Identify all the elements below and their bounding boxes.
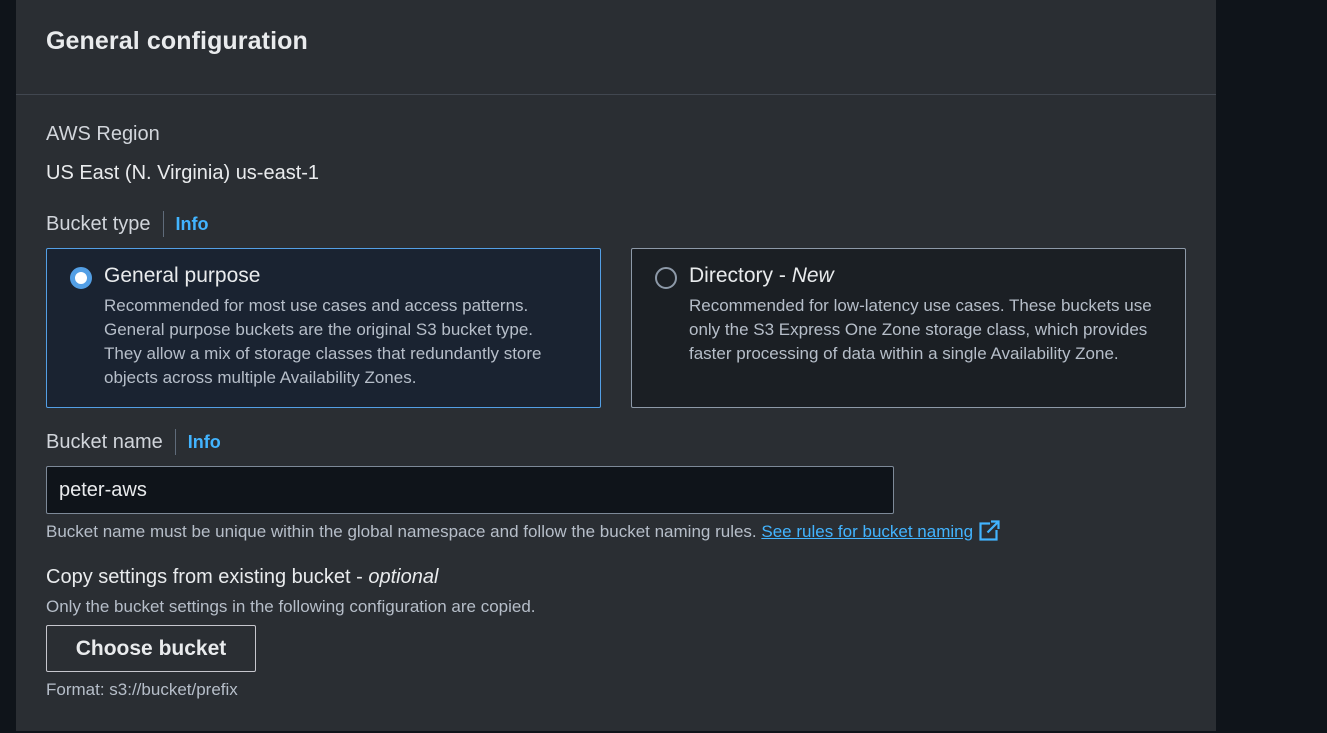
bucket-name-info-link[interactable]: Info [188,432,221,453]
region-label: AWS Region [46,123,160,145]
bucket-type-label-row: Bucket type Info [46,211,209,237]
new-tag: New [791,264,834,287]
copy-settings-label: Copy settings from existing bucket - opt… [46,566,439,588]
directory-title: Directory - New [689,264,834,287]
page-right-margin [1216,0,1327,733]
bucket-name-label: Bucket name [46,430,163,453]
region-value: US East (N. Virginia) us-east-1 [46,162,320,184]
general-configuration-panel: General configuration AWS Region US East… [16,0,1216,731]
directory-description: Recommended for low-latency use cases. T… [689,296,1152,363]
general-purpose-title: General purpose [104,264,261,287]
choose-bucket-button[interactable]: Choose bucket [46,625,256,672]
bucket-name-hint: Bucket name must be unique within the gl… [46,520,1001,542]
bucket-name-input[interactable] [46,466,894,514]
copy-settings-description: Only the bucket settings in the followin… [46,597,536,616]
optional-tag: optional [368,566,439,588]
bucket-type-label: Bucket type [46,212,151,235]
bucket-naming-rules-link[interactable]: See rules for bucket naming [761,520,1001,541]
bucket-type-option-general-purpose[interactable]: General purpose Recommended for most use… [46,248,601,408]
bucket-name-label-row: Bucket name Info [46,429,221,455]
page-left-margin [0,0,16,733]
panel-header: General configuration [16,0,1216,95]
section-title: General configuration [46,27,308,55]
bucket-type-option-directory[interactable]: Directory - New Recommended for low-late… [631,248,1186,408]
bucket-name-hint-text: Bucket name must be unique within the gl… [46,522,757,541]
divider [162,211,164,237]
general-purpose-description: Recommended for most use cases and acces… [104,296,542,387]
bucket-type-info-link[interactable]: Info [176,214,209,235]
general-purpose-radio[interactable] [70,267,92,289]
divider [174,429,176,455]
directory-radio[interactable] [655,267,677,289]
format-hint: Format: s3://bucket/prefix [46,680,238,699]
external-link-icon [979,520,1001,541]
